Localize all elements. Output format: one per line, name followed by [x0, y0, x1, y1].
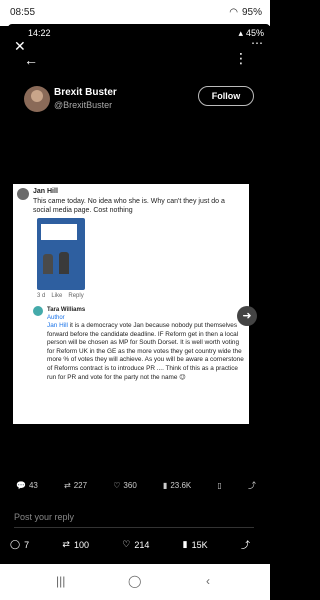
outer-time: 08:55	[10, 7, 36, 18]
commenter-avatar	[17, 188, 29, 200]
views-action[interactable]: ▮ 23.6K	[163, 480, 191, 491]
wifi-icon: ◠	[229, 7, 238, 18]
bookmark-icon[interactable]: ▯	[217, 480, 221, 491]
author-badge: Author	[47, 315, 65, 321]
signal-icon: ▴	[238, 28, 243, 38]
reply-avatar	[33, 306, 43, 316]
mention: Jan Hill	[47, 322, 68, 329]
comment-icon: ◯	[10, 539, 21, 549]
battery-level: 95%	[241, 7, 262, 18]
post-actions: 💬 43 ⇄ 227 ♡ 360 ▮ 23.6K ▯ ⤴	[16, 480, 256, 491]
avatar[interactable]	[24, 86, 50, 112]
leaflet-photo	[37, 218, 85, 290]
chart-icon: ▮	[182, 539, 188, 549]
follow-button[interactable]: Follow	[198, 86, 254, 106]
like-action[interactable]: ♡ 360	[113, 480, 137, 491]
bottom-like[interactable]: ♡ 214	[122, 538, 149, 551]
reply-input[interactable]: Post your reply	[14, 512, 254, 528]
outer-status-bar: 08:55 ◠ 95%	[0, 0, 270, 26]
profile-name[interactable]: Brexit Buster	[54, 87, 117, 98]
comment-reply: Reply	[68, 293, 84, 299]
embedded-screenshot[interactable]: Jan Hill This came today. No idea who sh…	[13, 184, 249, 424]
comment-author: Jan Hill	[33, 188, 58, 195]
android-nav-bar: ||| ◯ ‹	[0, 564, 270, 600]
bottom-repost[interactable]: ⇄ 100	[62, 538, 89, 551]
heart-icon: ♡	[122, 539, 131, 549]
share-icon[interactable]: ⤴	[248, 480, 256, 491]
chart-icon: ▮	[162, 481, 168, 490]
comment-meta: 3 d Like Reply	[37, 293, 84, 299]
reply-action[interactable]: 💬 43	[16, 480, 38, 491]
back-icon[interactable]: ‹	[206, 574, 210, 588]
inner-time: 14:22	[28, 28, 51, 38]
comment-text: This came today. No idea who she is. Why…	[33, 198, 225, 214]
home-icon[interactable]: ◯	[128, 574, 141, 588]
more-options-icon[interactable]: ⋯	[251, 36, 264, 50]
comment-icon: 💬	[16, 481, 26, 490]
comment-time: 3 d	[37, 293, 46, 299]
reply-author: Tara Williams	[47, 307, 86, 313]
heart-icon: ♡	[113, 481, 121, 490]
bottom-actions: ◯ 7 ⇄ 100 ♡ 214 ▮ 15K ⤴	[10, 538, 250, 551]
next-image-arrow-icon[interactable]: ➜	[237, 306, 257, 326]
post-menu-icon[interactable]: ⋮	[234, 50, 248, 67]
profile-handle[interactable]: @BrexitBuster	[54, 100, 112, 110]
repost-action[interactable]: ⇄ 227	[64, 480, 87, 491]
repost-icon: ⇄	[62, 539, 70, 549]
bottom-views[interactable]: ▮ 15K	[183, 538, 208, 551]
back-arrow-icon[interactable]: ←	[24, 52, 38, 68]
share-icon[interactable]: ⤴	[241, 538, 250, 551]
repost-icon: ⇄	[64, 481, 71, 490]
bottom-reply[interactable]: ◯ 7	[10, 538, 29, 551]
reply-text: Jan Hill it is a democracy vote Jan beca…	[47, 322, 244, 381]
recents-icon[interactable]: |||	[56, 574, 65, 588]
inner-status-bar: 14:22 ▴ 45%	[28, 28, 264, 42]
comment-like: Like	[51, 293, 63, 299]
